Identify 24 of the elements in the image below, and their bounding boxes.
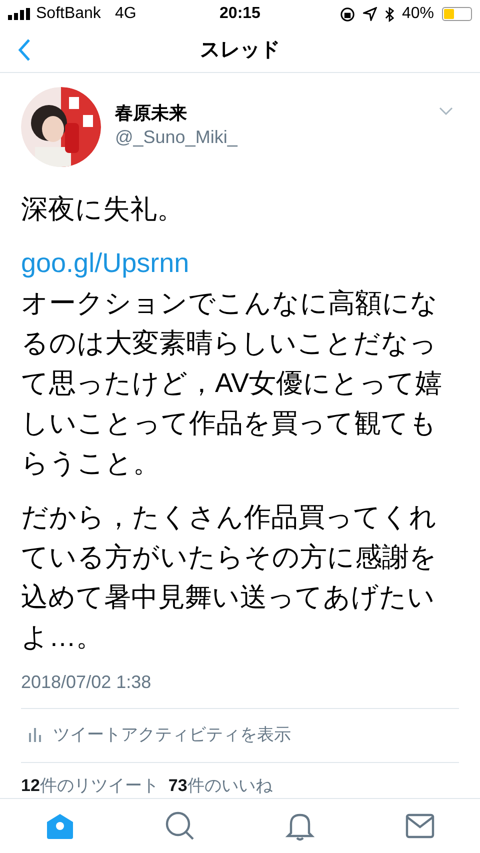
battery-percent: 40% [402,4,434,24]
network-type: 4G [114,4,136,24]
author-name[interactable]: 春原未来 [115,100,439,125]
tweet-text: だから，たくさん作品買ってくれている方がいたらその方に感謝を込めて暑中見舞い送ってあげたいよ…。 [21,500,438,654]
bar-chart-icon[interactable] [29,728,41,742]
tweet-link[interactable]: goo.gl/Upsrnn [21,242,190,283]
author-handle[interactable]: @_Suno_Miki_ [115,124,439,149]
back-icon[interactable] [18,38,30,61]
tweet-text: 深夜に失礼。 [21,192,185,226]
signal-icon [8,8,30,20]
bluetooth-icon [384,6,394,22]
carrier-name: SoftBank [36,4,101,24]
screen-title: スレッド [200,38,280,63]
clock: 20:15 [218,4,262,24]
rotation-lock-icon [340,6,355,22]
tweet-text: オークションでこんなに高額になるのは大変素晴らしいことだなって思ったけど，AV女優にとって嬉しいことって作品を買って観てもらうこと。 [21,286,444,480]
tweet-activity-link[interactable]: ツイートアクティビティを表示 [53,722,291,748]
location-icon [362,7,377,22]
engagement-stats: 12件のリツイート 73件のいいね [21,774,274,797]
search-icon[interactable] [165,811,195,842]
battery-icon [442,7,472,22]
tweet-timestamp: 2018/07/02 1:38 [21,670,152,694]
home-icon[interactable] [45,811,75,842]
bell-icon[interactable] [285,811,315,842]
